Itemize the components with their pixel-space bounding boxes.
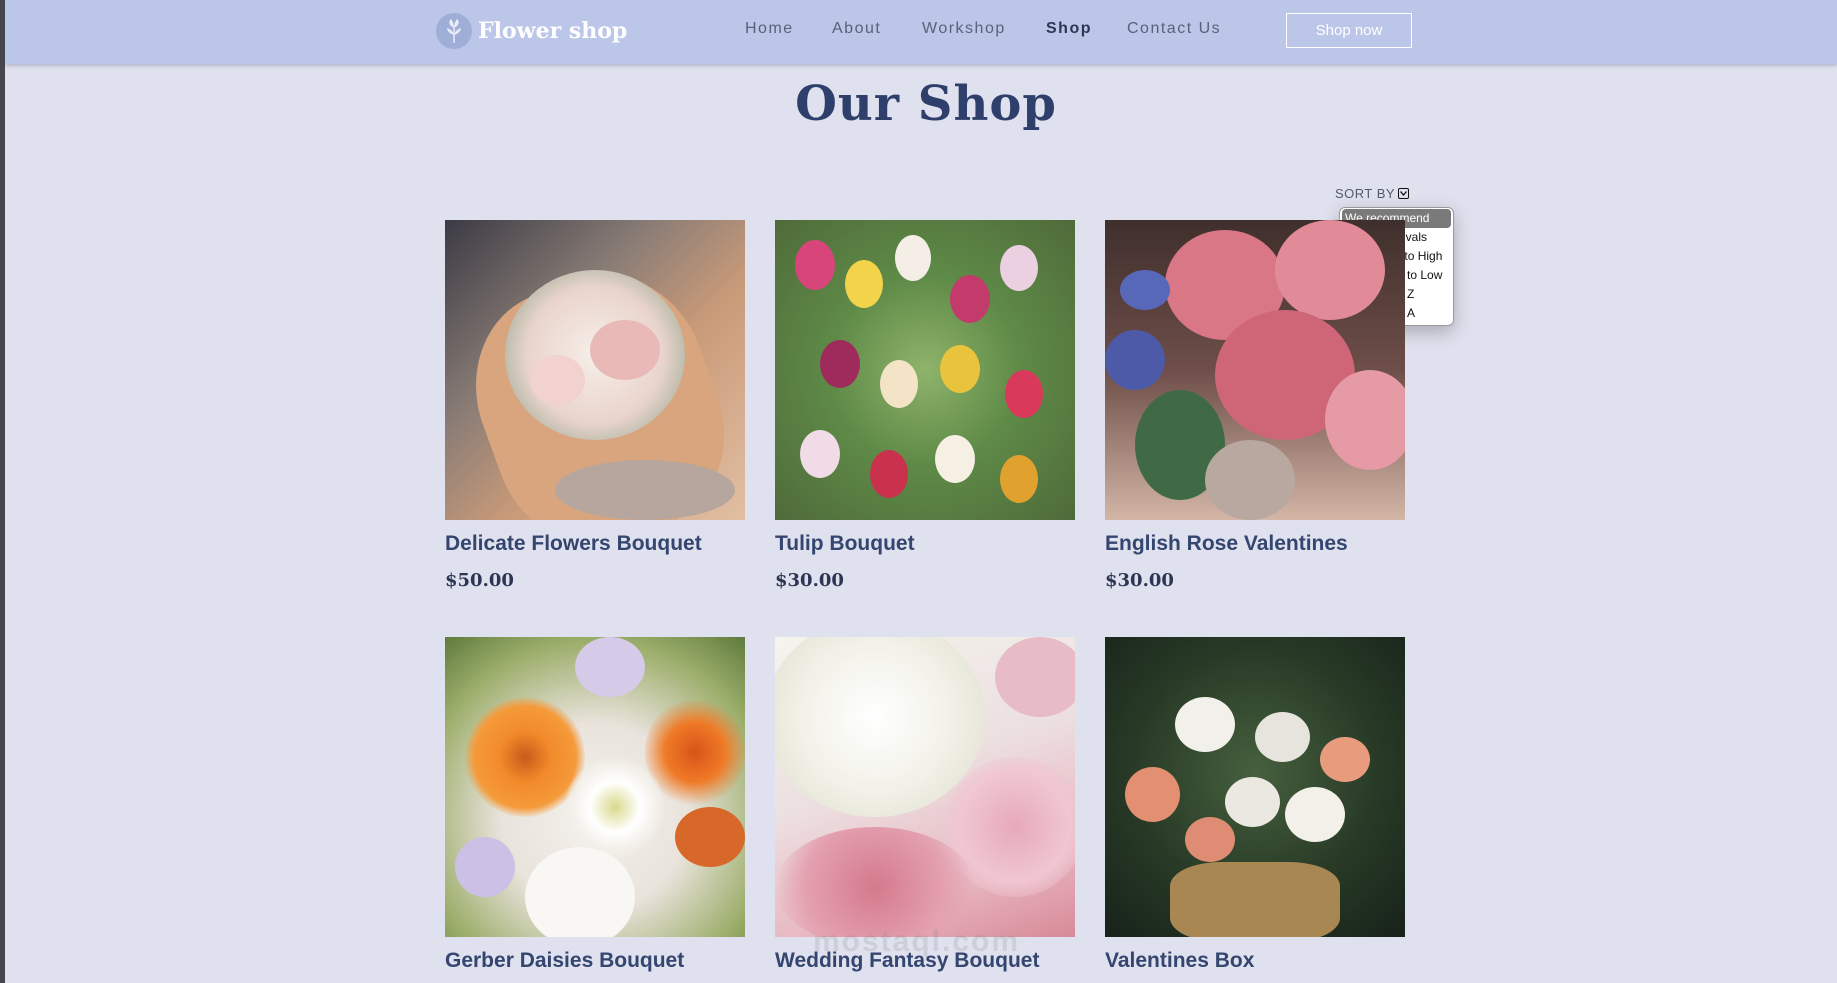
product-card[interactable]: English Rose Valentines $30.00: [1105, 220, 1405, 591]
page-title: Our Shop: [795, 76, 1057, 132]
product-name[interactable]: Tulip Bouquet: [775, 532, 915, 556]
top-navigation-bar: Flower shop Home About Workshop Shop Con…: [5, 0, 1837, 64]
product-image[interactable]: [1105, 220, 1405, 520]
page: Flower shop Home About Workshop Shop Con…: [5, 0, 1837, 983]
product-price: $30.00: [1105, 570, 1174, 591]
sort-by-control[interactable]: SORT BY: [1335, 186, 1410, 201]
nav-workshop[interactable]: Workshop: [922, 20, 1006, 38]
product-image[interactable]: [445, 637, 745, 937]
product-name[interactable]: Gerber Daisies Bouquet: [445, 949, 684, 973]
product-price: $30.00: [775, 570, 844, 591]
nav-home[interactable]: Home: [745, 20, 794, 38]
sort-by-label: SORT BY: [1335, 186, 1396, 201]
product-image[interactable]: [775, 637, 1075, 937]
product-image[interactable]: [445, 220, 745, 520]
product-card[interactable]: Wedding Fantasy Bouquet: [775, 637, 1075, 972]
product-price: $50.00: [445, 570, 514, 591]
nav-shop[interactable]: Shop: [1046, 20, 1092, 38]
product-image[interactable]: [775, 220, 1075, 520]
product-card[interactable]: Gerber Daisies Bouquet: [445, 637, 745, 972]
nav-contact-us[interactable]: Contact Us: [1127, 20, 1221, 38]
chevron-down-icon[interactable]: [1398, 188, 1410, 199]
flower-logo-icon: [436, 13, 472, 49]
product-name[interactable]: Delicate Flowers Bouquet: [445, 532, 702, 556]
product-name[interactable]: Valentines Box: [1105, 949, 1254, 973]
logo-text: Flower shop: [478, 18, 628, 44]
watermark-text: mostaql.com: [813, 925, 1021, 958]
shop-now-button[interactable]: Shop now: [1286, 13, 1412, 48]
product-card[interactable]: Delicate Flowers Bouquet $50.00: [445, 220, 745, 591]
logo[interactable]: Flower shop: [436, 12, 627, 50]
product-image[interactable]: [1105, 637, 1405, 937]
product-name[interactable]: English Rose Valentines: [1105, 532, 1348, 556]
product-card[interactable]: Valentines Box: [1105, 637, 1405, 972]
nav-about[interactable]: About: [832, 20, 881, 38]
product-card[interactable]: Tulip Bouquet $30.00: [775, 220, 1075, 591]
